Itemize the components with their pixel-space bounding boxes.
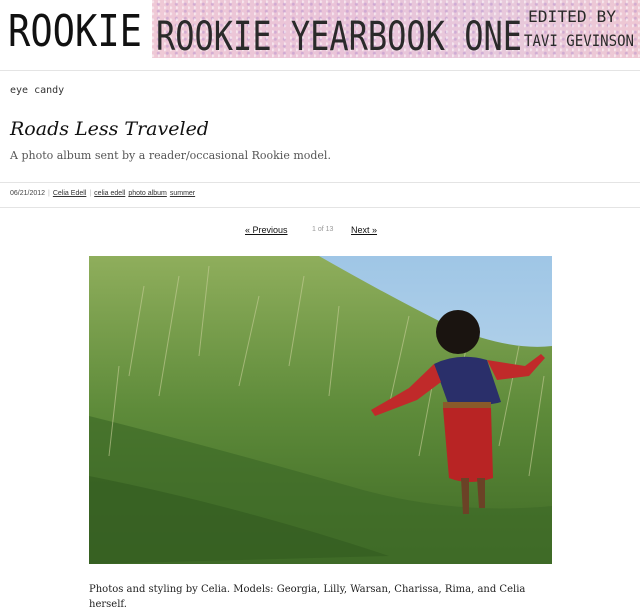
banner-title: ROOKIE YEARBOOK ONE	[156, 14, 522, 58]
post-title: Roads Less Traveled	[10, 118, 209, 140]
tag-link[interactable]: celia edell	[94, 190, 125, 197]
page-count: 1 of 13	[312, 226, 334, 233]
previous-link[interactable]: « Previous	[245, 225, 288, 235]
rookie-logo[interactable]: ROOKIE	[6, 2, 146, 56]
yearbook-banner[interactable]: ROOKIE YEARBOOK ONE EDITED BY TAVI GEVIN…	[152, 0, 640, 58]
author-link[interactable]: Celia Edell	[53, 190, 86, 197]
next-link[interactable]: Next »	[351, 225, 377, 235]
meta-top-divider	[0, 182, 640, 183]
post-meta: 06/21/2012 | Celia Edell | celia edell photo …	[10, 190, 196, 197]
gallery-photo[interactable]	[89, 256, 552, 564]
banner-editor: TAVI GEVINSON	[524, 31, 634, 50]
meta-bottom-divider	[0, 207, 640, 208]
post-subtitle: A photo album sent by a reader/occasiona…	[10, 149, 331, 162]
post-date: 06/21/2012	[10, 190, 46, 197]
photo-caption: Photos and styling by Celia. Models: Geo…	[89, 584, 526, 610]
site-header: ROOKIE ROOKIE YEARBOOK ONE EDITED BY TAV…	[0, 0, 640, 60]
tag-link[interactable]: photo album	[128, 190, 167, 197]
banner-edited-by: EDITED BY	[528, 7, 616, 26]
tag-link[interactable]: summer	[170, 190, 195, 197]
category-link[interactable]: eye candy	[10, 85, 64, 96]
logo-text: ROOKIE	[8, 6, 142, 56]
header-divider	[0, 70, 640, 71]
